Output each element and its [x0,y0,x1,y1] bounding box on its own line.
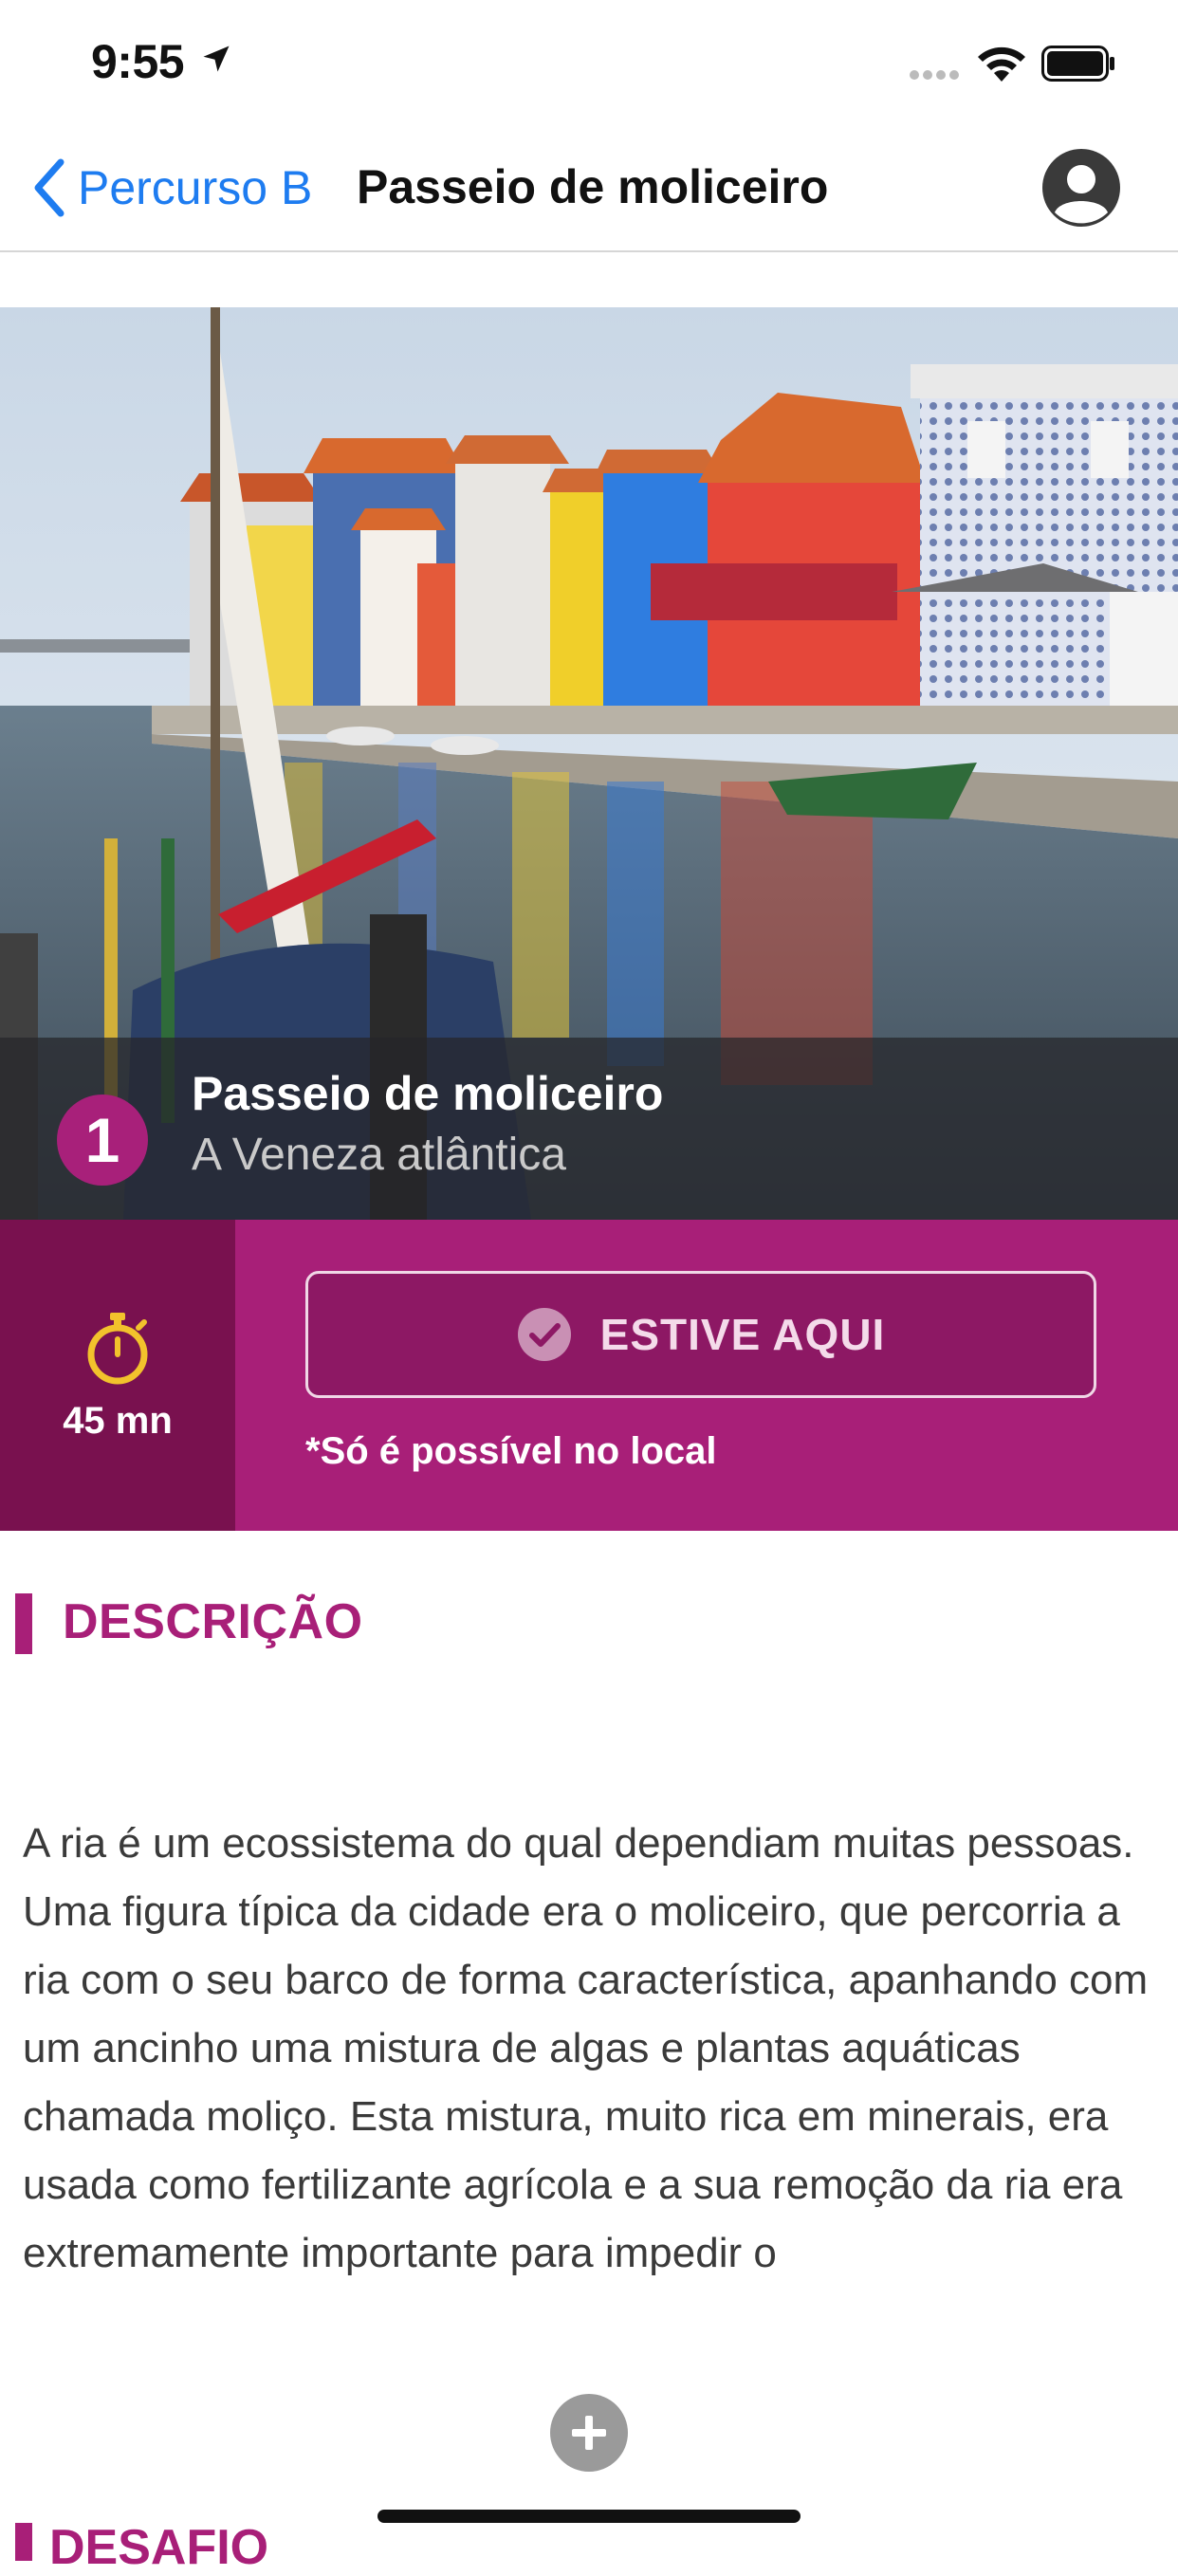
wifi-icon [978,46,1025,82]
section-marker [15,1593,32,1654]
hero-title: Passeio de moliceiro [192,1067,664,1120]
stop-number-badge: 1 [57,1095,148,1186]
action-band: 45 mn ESTIVE AQUI *Só é possível no loca… [0,1220,1178,1531]
back-button-label: Percurso B [78,161,313,214]
status-time: 9:55 [91,35,185,88]
page-title: Passeio de moliceiro [357,160,829,213]
navigation-bar: Percurso B Passeio de moliceiro [0,123,1178,252]
stopwatch-icon [87,1313,148,1385]
cellular-signal-icon [910,70,959,80]
status-bar: 9:55 [0,0,1178,123]
estive-aqui-label: ESTIVE AQUI [599,1310,886,1359]
location-arrow-icon [203,46,230,72]
plus-icon [572,2416,606,2450]
location-note: *Só é possível no local [305,1430,717,1472]
duration-box: 45 mn [0,1220,235,1531]
duration-label: 45 mn [63,1400,173,1442]
description-text: A ria é um ecossistema do qual dependiam… [23,1820,1149,2276]
check-circle-icon [517,1308,571,1361]
challenge-heading: DESAFIO [49,2520,269,2575]
hero-subtitle: A Veneza atlântica [192,1130,566,1180]
chevron-left-icon [34,158,64,217]
estive-aqui-button[interactable]: ESTIVE AQUI [305,1271,1096,1398]
account-icon[interactable] [1041,148,1121,228]
back-button[interactable]: Percurso B [32,158,313,217]
section-marker [15,2523,32,2561]
description-heading: DESCRIÇÃO [63,1594,363,1649]
expand-button[interactable] [550,2394,628,2472]
home-indicator[interactable] [377,2510,801,2523]
battery-icon [1041,46,1114,82]
hero-caption-overlay [0,1038,1178,1220]
hero-image: 1 Passeio de moliceiro A Veneza atlântic… [0,307,1178,1220]
